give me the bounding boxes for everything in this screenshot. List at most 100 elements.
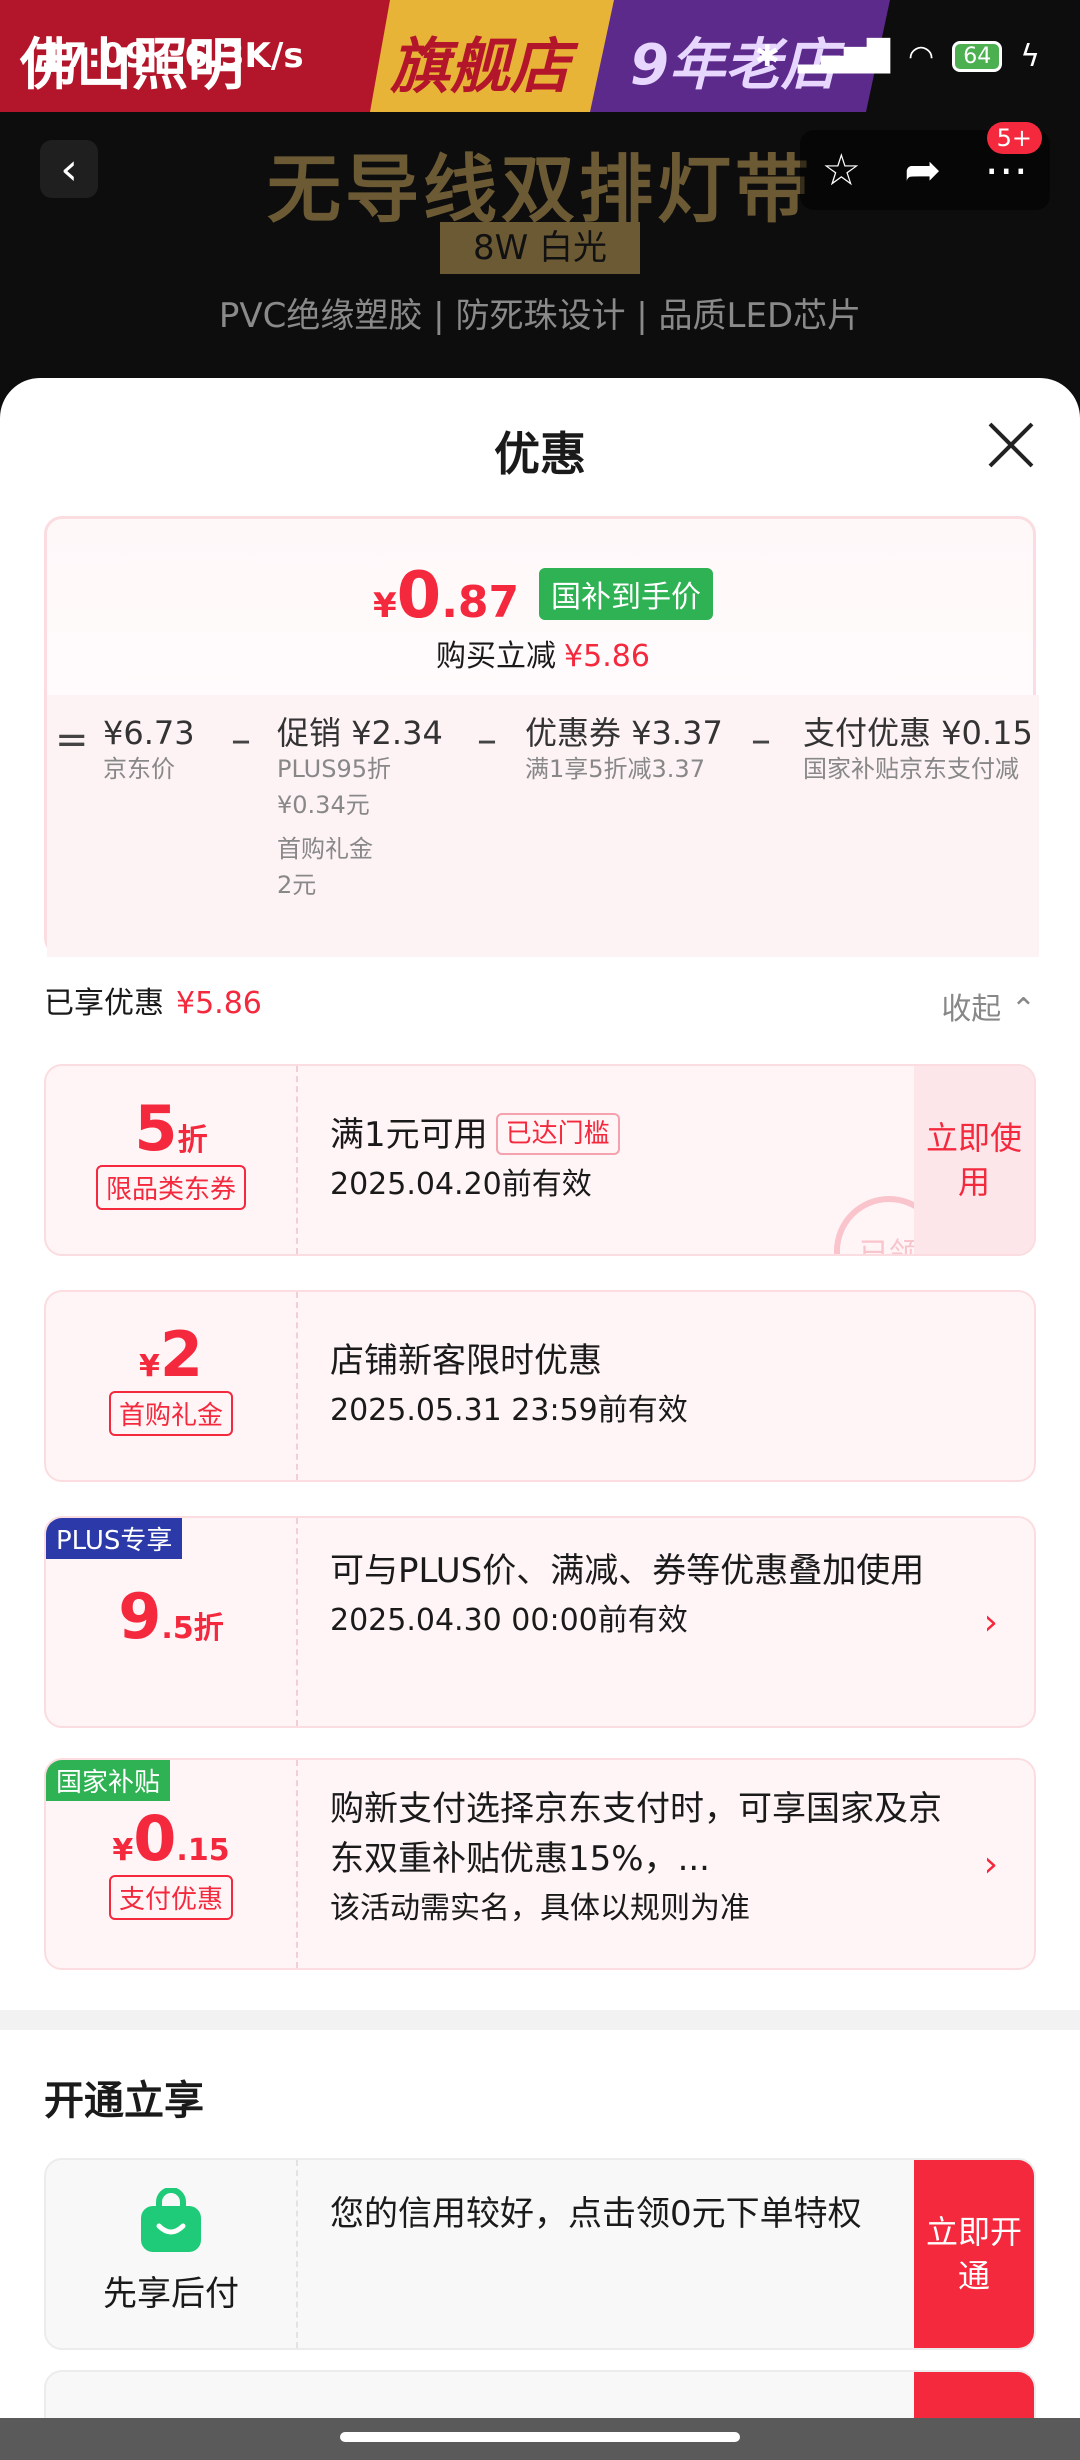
coupon-value: 5折: [46, 1092, 296, 1165]
coupon-label: 优惠券: [525, 714, 622, 752]
jd-price-value: ¥6.73: [103, 714, 195, 752]
minus-sign: –: [751, 717, 771, 763]
final-price: ¥0.87 国补到手价: [47, 559, 1039, 633]
coupon-body: 可与PLUS价、满减、券等优惠叠加使用 2025.04.30 00:00前有效: [330, 1546, 950, 1646]
close-icon[interactable]: [986, 420, 1036, 470]
status-time: 17:09 | 6.3K/s: [40, 36, 304, 76]
product-spec: 8W 白光: [440, 222, 640, 274]
enjoyed-label: 已享优惠: [44, 986, 164, 1021]
status-icons: ✱ ▂▄▆█ ◠ 64 ϟ: [755, 39, 1040, 74]
coupon-type-chip: 首购礼金: [108, 1391, 233, 1436]
coupon-value-decimal: .15: [176, 1833, 230, 1868]
coupon-left: 9.5折: [46, 1518, 298, 1726]
coupon-value: ¥2: [46, 1318, 296, 1391]
coupon-value: ¥3.37: [631, 714, 723, 752]
minus-sign: –: [231, 717, 251, 763]
instant-discount-label: 购买立减: [436, 639, 557, 674]
minus-sign: –: [477, 717, 497, 763]
collapse-button[interactable]: 收起 ⌃: [941, 984, 1036, 1028]
product-features: PVC绝缘塑胶 | 防死珠设计 | 品质LED芯片: [218, 296, 862, 336]
jd-price: ¥6.73 京东价: [103, 715, 195, 787]
coupon-currency: ¥: [112, 1833, 134, 1868]
coupon-card[interactable]: ¥2 首购礼金 店铺新客限时优惠 2025.05.31 23:59前有效: [44, 1290, 1036, 1482]
promo-detail-1: PLUS95折: [277, 755, 391, 783]
coupon-title: 满1元可用: [330, 1115, 488, 1155]
coupon-title: 购新支付选择京东支付时，可享国家及京东双重补贴优惠15%，...: [330, 1789, 942, 1879]
gesture-nav-bar: [0, 2418, 1080, 2460]
chevron-up-icon: ⌃: [1010, 992, 1036, 1027]
price-integer: 0: [396, 559, 442, 633]
payment-label: 支付优惠: [803, 714, 932, 752]
chevron-left-icon: ‹: [60, 143, 78, 195]
coupon-title: 店铺新客限时优惠: [330, 1341, 602, 1381]
coupon-body: 满1元可用 已达门槛 2025.04.20前有效: [330, 1110, 620, 1210]
pay-later-name: 先享后付: [103, 2274, 239, 2314]
coupon-expiry: 2025.05.31 23:59前有效: [330, 1393, 688, 1428]
top-nav: ‹ ☆ ➦ ⋯ 5+: [0, 120, 1080, 220]
chevron-right-icon: ›: [983, 1602, 998, 1643]
coupon-value-number: 2: [159, 1318, 203, 1391]
home-indicator[interactable]: [340, 2432, 740, 2442]
pay-later-left: 先享后付: [46, 2160, 298, 2348]
next-service-button[interactable]: [914, 2372, 1034, 2418]
sheet-title: 优惠: [494, 427, 586, 481]
subsidy-discount-card[interactable]: 国家补贴 ¥0.15 支付优惠 购新支付选择京东支付时，可享国家及京东双重补贴优…: [44, 1758, 1036, 1970]
coupon-title: 可与PLUS价、满减、券等优惠叠加使用: [330, 1551, 925, 1591]
coupon-body: 店铺新客限时优惠 2025.05.31 23:59前有效: [330, 1336, 688, 1436]
coupon-left: ¥2 首购礼金: [46, 1292, 298, 1480]
currency-symbol: ¥: [373, 586, 397, 626]
coupon-left: ¥0.15 支付优惠: [46, 1760, 298, 1968]
coupon-type-chip: 支付优惠: [108, 1875, 233, 1920]
status-bar: 17:09 | 6.3K/s ✱ ▂▄▆█ ◠ 64 ϟ: [0, 0, 1080, 112]
plus-discount-card[interactable]: PLUS专享 9.5折 可与PLUS价、满减、券等优惠叠加使用 2025.04.…: [44, 1516, 1036, 1728]
battery-icon: 64: [952, 40, 1003, 72]
jd-price-label: 京东价: [103, 755, 175, 783]
coupon-value-decimal: .5: [161, 1611, 194, 1646]
coupon-value-unit: 折: [193, 1611, 224, 1646]
subsidy-price-tag: 国补到手价: [539, 568, 713, 620]
instant-discount-value: ¥5.86: [564, 639, 650, 674]
message-badge: 5+: [986, 122, 1042, 154]
coupon-expiry: 2025.04.20前有效: [330, 1167, 592, 1202]
price-decimal: .87: [441, 577, 520, 628]
price-breakdown: = ¥6.73 京东价 – 促销 ¥2.34 PLUS95折 ¥0.34元 首购…: [47, 695, 1039, 957]
use-now-button[interactable]: 立即使用: [914, 1066, 1034, 1254]
coupon-value-number: 0: [133, 1802, 177, 1875]
coupon-discount: 优惠券 ¥3.37 满1享5折减3.37: [525, 715, 723, 787]
enjoyed-discount: 已享优惠 ¥5.86: [44, 978, 262, 1022]
coupon-card[interactable]: 5折 限品类东券 满1元可用 已达门槛 2025.04.20前有效 已领 立即使用: [44, 1064, 1036, 1256]
payment-discount: 支付优惠 ¥0.15 国家补贴京东支付减: [803, 715, 1033, 787]
bluetooth-icon: ✱: [754, 38, 780, 74]
coupon-body: 购新支付选择京东支付时，可享国家及京东双重补贴优惠15%，... 该活动需实名，…: [330, 1784, 950, 1934]
promo-detail-3: 首购礼金: [277, 835, 373, 863]
open-section-title: 开通立享: [44, 2078, 204, 2124]
pay-later-text: 您的信用较好，点击领0元下单特权: [330, 2194, 862, 2234]
promo-detail-2: ¥0.34元: [277, 791, 370, 819]
coupon-note: 该活动需实名，具体以规则为准: [330, 1891, 750, 1926]
coupon-value-number: 5: [134, 1092, 178, 1165]
open-now-button[interactable]: 立即开通: [914, 2160, 1034, 2348]
wifi-icon: ◠: [908, 38, 935, 74]
next-service-card[interactable]: [44, 2370, 1036, 2418]
price-summary-card: ¥0.87 国补到手价 购买立减 ¥5.86 = ¥6.73 京东价 – 促销 ¥…: [44, 516, 1039, 957]
instant-discount: 购买立减 ¥5.86: [47, 631, 1039, 675]
discount-sheet: 优惠 ¥0.87 国补到手价 购买立减 ¥5.86 = ¥6.73 京东价 – 促…: [0, 378, 1080, 2418]
pay-later-card[interactable]: 先享后付 您的信用较好，点击领0元下单特权 立即开通: [44, 2158, 1036, 2350]
coupon-left: 5折 限品类东券: [46, 1066, 298, 1254]
chevron-right-icon: ›: [983, 1844, 998, 1885]
coupon-type-chip: 限品类东券: [95, 1165, 246, 1210]
favorite-star-icon[interactable]: ☆: [822, 145, 861, 196]
product-header-background: 佛山照明 旗舰店 9年老店 17:09 | 6.3K/s ✱ ▂▄▆█ ◠ 64…: [0, 0, 1080, 420]
signal-icon: ▂▄▆█: [797, 38, 891, 74]
charging-icon: ϟ: [1020, 38, 1040, 74]
coupon-value: ¥0.15: [46, 1802, 296, 1875]
back-button[interactable]: ‹: [40, 140, 98, 198]
coupon-value: 9.5折: [46, 1580, 296, 1653]
promo-discount: 促销 ¥2.34 PLUS95折 ¥0.34元 首购礼金 2元: [277, 715, 443, 903]
section-divider: [0, 2010, 1080, 2030]
promo-detail-4: 2元: [277, 871, 317, 899]
share-icon[interactable]: ➦: [904, 145, 941, 196]
shopping-bag-icon: [141, 2187, 201, 2252]
payment-value: ¥0.15: [941, 714, 1033, 752]
coupon-detail: 满1享5折减3.37: [525, 755, 705, 783]
